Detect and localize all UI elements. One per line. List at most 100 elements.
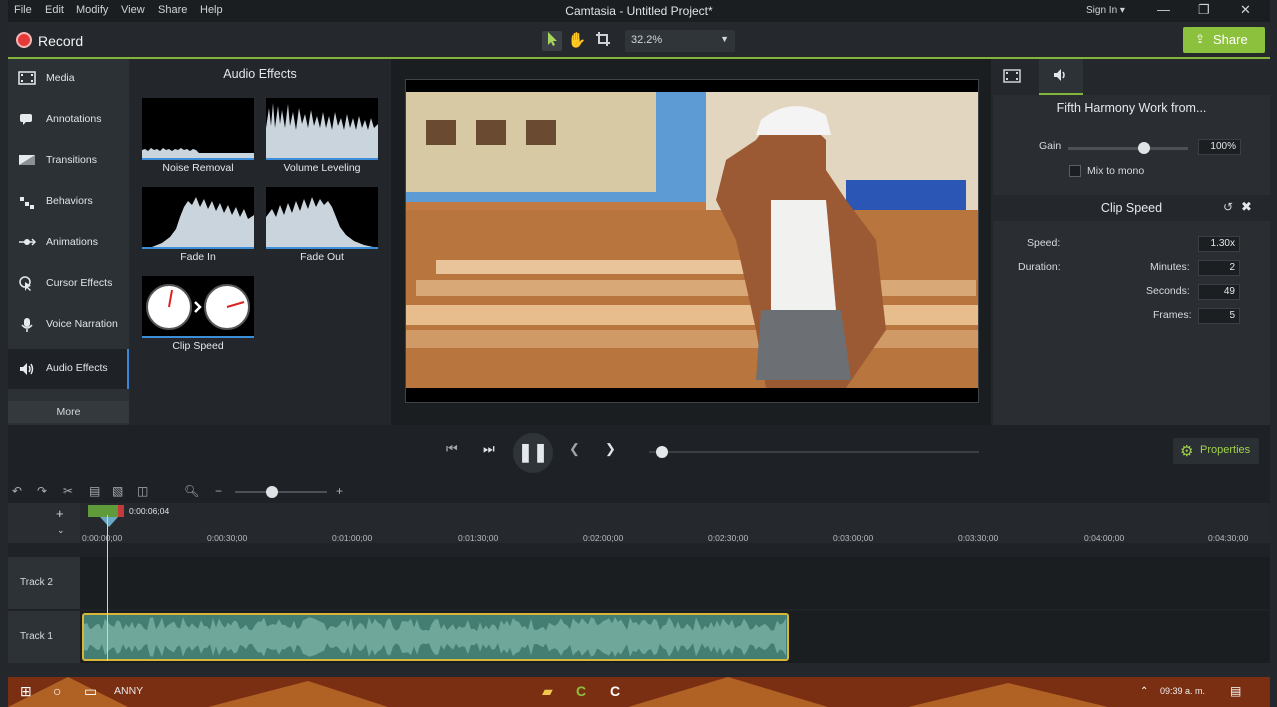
gain-slider-handle[interactable] [1138, 142, 1150, 154]
camtasia-recorder-icon[interactable]: C [576, 683, 586, 699]
zoom-search-icon[interactable]: 🔍︎ [184, 484, 199, 498]
undo-icon[interactable]: ↶ [12, 484, 22, 498]
sidebar-item-audio-effects[interactable]: Audio Effects [8, 349, 129, 389]
seconds-field[interactable]: 49 [1198, 284, 1240, 300]
chevron-down-icon[interactable]: ⌄ [57, 525, 65, 536]
sign-in-button[interactable]: Sign In ▾ [1086, 5, 1125, 16]
scrub-handle[interactable] [656, 446, 668, 458]
properties-button[interactable]: ⚙ Properties [1173, 438, 1259, 464]
audio-clip[interactable] [82, 613, 789, 661]
window-title: Camtasia - Untitled Project* [565, 4, 713, 18]
track-row[interactable]: Track 2 [8, 557, 1270, 609]
step-back-icon[interactable]: ⏮ [446, 441, 458, 457]
file-explorer-icon[interactable]: ▰ [542, 683, 553, 700]
playhead-time: 0:00:06;04 [129, 506, 170, 516]
effect-fade-in[interactable]: Fade In [142, 187, 254, 267]
close-icon[interactable]: ✕ [1240, 2, 1251, 18]
sidebar-item-media[interactable]: Media [8, 59, 129, 99]
hand-tool-icon[interactable]: ✋ [567, 31, 587, 51]
ruler-tick: 0:03:30;00 [958, 533, 999, 543]
sidebar-item-cursor-effects[interactable]: Cursor Effects [8, 264, 129, 304]
cortana-icon[interactable]: ○ [53, 683, 61, 699]
track-header: Track 2 [8, 557, 80, 609]
gear-icon: ⚙ [1180, 443, 1194, 460]
minimize-icon[interactable]: — [1157, 2, 1170, 17]
ruler-tick: 0:02:30;00 [708, 533, 749, 543]
speed-field[interactable]: 1.30x [1198, 236, 1240, 252]
menu-bar: File Edit Modify View Share Help Camtasi… [8, 0, 1270, 22]
mix-to-mono-checkbox[interactable] [1069, 165, 1081, 177]
select-tool-icon[interactable] [542, 31, 562, 51]
windows-start-icon[interactable]: ⊞ [20, 683, 32, 700]
gain-slider[interactable] [1068, 147, 1188, 150]
annotation-icon [18, 112, 36, 128]
ruler-tick: 0:00:00;00 [82, 533, 123, 543]
effect-fade-out[interactable]: Fade Out [266, 187, 378, 267]
task-view-icon[interactable]: ▭ [84, 683, 97, 700]
clip-speed-header: Clip Speed ↺ ✖ [993, 195, 1270, 221]
tab-audio-properties[interactable] [1039, 59, 1083, 95]
ruler-tick: 0:04:30;00 [1208, 533, 1249, 543]
sidebar-item-annotations[interactable]: Annotations [8, 100, 129, 140]
restore-icon[interactable]: ❐ [1198, 2, 1210, 18]
previous-icon[interactable]: ❮ [569, 441, 580, 457]
minutes-field[interactable]: 2 [1198, 260, 1240, 276]
copy-icon[interactable]: ▤ [89, 484, 100, 498]
taskbar-clock: 09:39 a. m. [1160, 686, 1206, 696]
frames-field[interactable]: 5 [1198, 308, 1240, 324]
sidebar-item-label: Behaviors [46, 195, 93, 207]
record-icon [16, 32, 32, 48]
tab-visual-properties[interactable] [1003, 69, 1021, 86]
next-icon[interactable]: ❯ [605, 441, 616, 457]
fade-out-thumbnail [266, 187, 378, 249]
effect-volume-leveling[interactable]: Volume Leveling [266, 98, 378, 178]
track-row[interactable]: Track 1 [8, 611, 1270, 663]
close-icon[interactable]: ✖ [1241, 199, 1252, 215]
play-forward-icon[interactable]: ⏭ [483, 441, 495, 457]
effect-clip-speed[interactable]: Clip Speed [142, 276, 254, 356]
gain-value[interactable]: 100% [1198, 139, 1241, 155]
playhead-handle[interactable] [100, 517, 118, 527]
sidebar-item-behaviors[interactable]: Behaviors [8, 182, 129, 222]
split-icon[interactable]: ◫ [137, 484, 148, 498]
sidebar-item-voice-narration[interactable]: Voice Narration [8, 305, 129, 345]
track-name: Track 1 [20, 631, 53, 642]
ruler-tick: 0:01:00;00 [332, 533, 373, 543]
more-button[interactable]: More [8, 401, 129, 423]
fade-in-thumbnail [142, 187, 254, 249]
playback-controls: ⏮ ⏭ ❚❚ ❮ ❯ ⚙ Properties [8, 425, 1270, 481]
tray-chevron-icon[interactable]: ⌃ [1140, 686, 1148, 697]
minutes-label: Minutes: [1150, 261, 1190, 273]
zoom-out-icon[interactable]: − [215, 484, 222, 498]
preview-canvas[interactable] [391, 59, 991, 425]
video-frame[interactable] [405, 79, 979, 403]
playhead-out-marker[interactable] [118, 505, 124, 517]
effect-noise-removal[interactable]: Noise Removal [142, 98, 254, 178]
sidebar-item-transitions[interactable]: Transitions [8, 141, 129, 181]
pause-button[interactable]: ❚❚ [513, 433, 553, 473]
reset-icon[interactable]: ↺ [1223, 200, 1233, 214]
crop-tool-icon[interactable] [593, 31, 613, 51]
add-track-icon[interactable]: + [56, 506, 64, 521]
noise-removal-thumbnail [142, 98, 254, 160]
paste-icon[interactable]: ▧ [112, 484, 123, 498]
notifications-icon[interactable]: ▤ [1230, 684, 1241, 698]
timeline-zoom-slider[interactable] [235, 491, 327, 493]
sidebar-item-label: Voice Narration [46, 318, 118, 330]
cursor-icon [18, 276, 36, 292]
share-button[interactable]: ⇪ Share [1183, 27, 1265, 53]
sidebar-item-label: Transitions [46, 154, 97, 166]
zoom-in-icon[interactable]: + [336, 484, 343, 498]
taskbar-label: ANNY [114, 685, 144, 697]
gain-label: Gain [1039, 140, 1062, 152]
timeline-zoom-handle[interactable] [266, 486, 278, 498]
cut-icon[interactable]: ✂ [63, 484, 73, 498]
camtasia-editor-icon[interactable]: C [610, 683, 620, 699]
sidebar-item-animations[interactable]: Animations [8, 223, 129, 263]
zoom-select[interactable]: 32.2% ▼ [625, 30, 735, 52]
sidebar-item-label: Audio Effects [46, 362, 108, 374]
timeline-ruler[interactable]: + ⌄ 0:00:06;04 0:00:00;00 0:00:30;00 0:0… [8, 503, 1270, 543]
redo-icon[interactable]: ↷ [37, 484, 47, 498]
scrub-bar[interactable] [649, 451, 979, 453]
speaker-icon [18, 361, 36, 377]
